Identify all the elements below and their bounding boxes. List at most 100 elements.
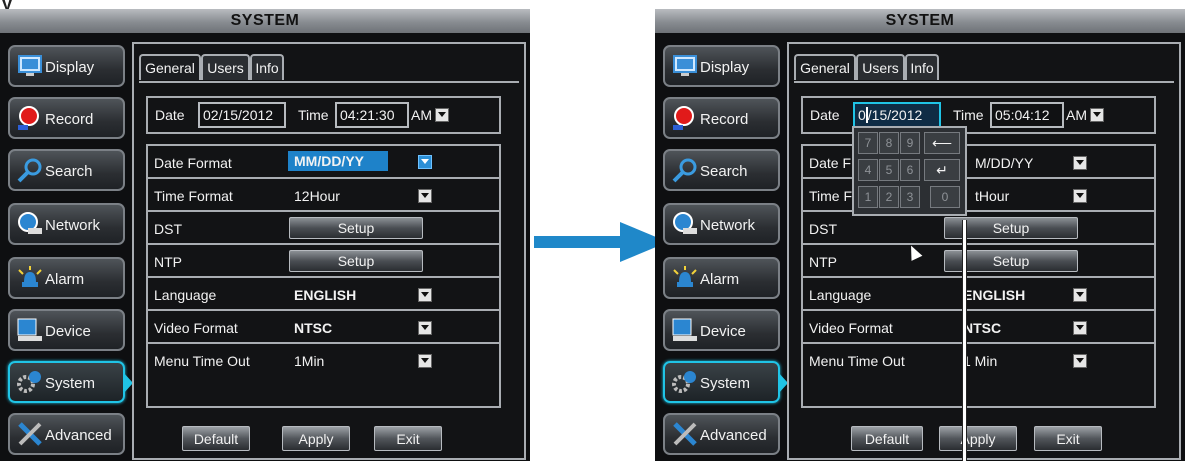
magnifier-icon — [672, 158, 697, 183]
am-pm-dropdown[interactable] — [435, 108, 449, 122]
key-7[interactable]: 7 — [858, 132, 878, 154]
row-menu-time-out: Menu Time Out 1Min — [148, 344, 499, 377]
language-select[interactable]: ENGLISH — [294, 287, 356, 303]
ntp-setup-button[interactable]: Setup — [289, 250, 423, 272]
video-format-dropdown[interactable] — [1073, 321, 1087, 335]
key-5[interactable]: 5 — [879, 159, 899, 181]
date-format-select[interactable]: MM/DD/YY — [288, 151, 388, 171]
sidebar-item-label: Record — [45, 111, 94, 128]
sidebar-item-label: Alarm — [700, 271, 740, 288]
menu-time-out-dropdown[interactable] — [1073, 354, 1087, 368]
time-field[interactable]: 04:21:30 — [335, 102, 409, 128]
transition-arrow-icon — [534, 222, 668, 262]
exit-button[interactable]: Exit — [374, 426, 442, 451]
enter-key[interactable]: ↵ — [924, 159, 960, 181]
sidebar-item-device[interactable]: Device — [8, 309, 125, 351]
tab-users[interactable]: Users — [201, 54, 250, 80]
tab-users[interactable]: Users — [856, 54, 905, 80]
date-format-dropdown[interactable] — [418, 155, 432, 169]
language-select[interactable]: ENGLISH — [963, 287, 1025, 303]
default-button[interactable]: Default — [182, 426, 250, 451]
sidebar-item-system[interactable]: System — [8, 361, 133, 403]
menu-time-out-select[interactable]: 1Min — [294, 353, 324, 369]
time-label: Time — [298, 107, 329, 123]
sidebar-item-label: Alarm — [45, 271, 85, 288]
monitor-icon — [673, 55, 697, 76]
video-format-select[interactable]: NTSC — [963, 320, 1001, 336]
system-gear-icon — [672, 371, 696, 393]
row-ntp: NTP Setup — [803, 245, 1154, 278]
row-label: DST — [154, 221, 182, 237]
menu-time-out-dropdown[interactable] — [418, 354, 432, 368]
tab-general[interactable]: General — [139, 54, 201, 80]
system-gear-icon — [17, 371, 41, 393]
am-pm-value: AM — [1066, 107, 1087, 123]
row-label: Video Format — [154, 320, 238, 336]
am-pm-value: AM — [411, 107, 432, 123]
sidebar-item-record[interactable]: Record — [8, 97, 125, 139]
time-format-dropdown[interactable] — [1073, 189, 1087, 203]
sidebar-item-label: System — [45, 375, 96, 392]
sidebar-item-device[interactable]: Device — [663, 309, 780, 351]
am-pm-dropdown[interactable] — [1090, 108, 1104, 122]
dst-setup-button[interactable]: Setup — [289, 217, 423, 239]
time-format-select[interactable]: 12Hour — [294, 188, 340, 204]
tab-general[interactable]: General — [794, 54, 856, 80]
key-8[interactable]: 8 — [879, 132, 899, 154]
row-label: Menu Time Out — [154, 353, 250, 369]
key-4[interactable]: 4 — [858, 159, 878, 181]
row-date-format: Date Format MM/DD/YY — [148, 146, 499, 179]
key-9[interactable]: 9 — [900, 132, 920, 154]
video-format-select[interactable]: NTSC — [294, 320, 332, 336]
numeric-keypad: 7 8 9 ⟵ 4 5 6 ↵ 1 2 3 0 — [852, 126, 967, 216]
key-1[interactable]: 1 — [858, 186, 878, 208]
menu-time-out-select[interactable]: 1 Min — [963, 353, 997, 369]
sidebar-item-system[interactable]: System — [663, 361, 788, 403]
key-3[interactable]: 3 — [900, 186, 920, 208]
sidebar-item-record[interactable]: Record — [663, 97, 780, 139]
sidebar-item-network[interactable]: Network — [663, 203, 780, 245]
alarm-icon — [673, 266, 697, 287]
sidebar-item-label: Display — [45, 59, 95, 76]
backspace-key[interactable]: ⟵ — [924, 132, 960, 154]
language-dropdown[interactable] — [1073, 288, 1087, 302]
sidebar-item-advanced[interactable]: Advanced — [8, 413, 125, 455]
sidebar-item-label: Advanced — [700, 427, 767, 444]
default-button[interactable]: Default — [851, 426, 923, 451]
sidebar-item-network[interactable]: Network — [8, 203, 125, 245]
tab-info[interactable]: Info — [905, 54, 939, 80]
sidebar-item-label: Record — [700, 111, 749, 128]
key-2[interactable]: 2 — [879, 186, 899, 208]
key-0[interactable]: 0 — [930, 186, 960, 208]
sidebar-item-display[interactable]: Display — [663, 45, 780, 87]
sidebar-item-display[interactable]: Display — [8, 45, 125, 87]
settings-content: General Users Info Date 02/15/2012 Time … — [132, 42, 526, 460]
sidebar-item-search[interactable]: Search — [663, 149, 780, 191]
sidebar-item-search[interactable]: Search — [8, 149, 125, 191]
tab-info[interactable]: Info — [250, 54, 284, 80]
date-format-select[interactable]: M/DD/YY — [975, 155, 1033, 171]
row-language: Language ENGLISH — [148, 278, 499, 311]
sidebar-item-alarm[interactable]: Alarm — [8, 257, 125, 299]
row-label: Date F — [809, 155, 852, 171]
time-format-dropdown[interactable] — [418, 189, 432, 203]
apply-button[interactable]: Apply — [282, 426, 350, 451]
key-6[interactable]: 6 — [900, 159, 920, 181]
row-label: Date Format — [154, 155, 232, 171]
callout-line — [962, 220, 967, 461]
video-format-dropdown[interactable] — [418, 321, 432, 335]
record-icon — [673, 106, 694, 130]
date-format-dropdown[interactable] — [1073, 156, 1087, 170]
sidebar-item-advanced[interactable]: Advanced — [663, 413, 780, 455]
sidebar-item-alarm[interactable]: Alarm — [663, 257, 780, 299]
date-field[interactable]: 02/15/2012 — [198, 102, 286, 128]
date-field-editing[interactable]: 0/15/2012 — [853, 102, 941, 128]
sidebar-item-label: Network — [45, 217, 101, 234]
exit-button[interactable]: Exit — [1034, 426, 1102, 451]
time-field[interactable]: 05:04:12 — [990, 102, 1064, 128]
apply-button[interactable]: Apply — [939, 426, 1017, 451]
language-dropdown[interactable] — [418, 288, 432, 302]
record-icon — [18, 106, 39, 130]
time-format-select[interactable]: tHour — [975, 188, 1009, 204]
window-title: SYSTEM — [0, 9, 530, 33]
